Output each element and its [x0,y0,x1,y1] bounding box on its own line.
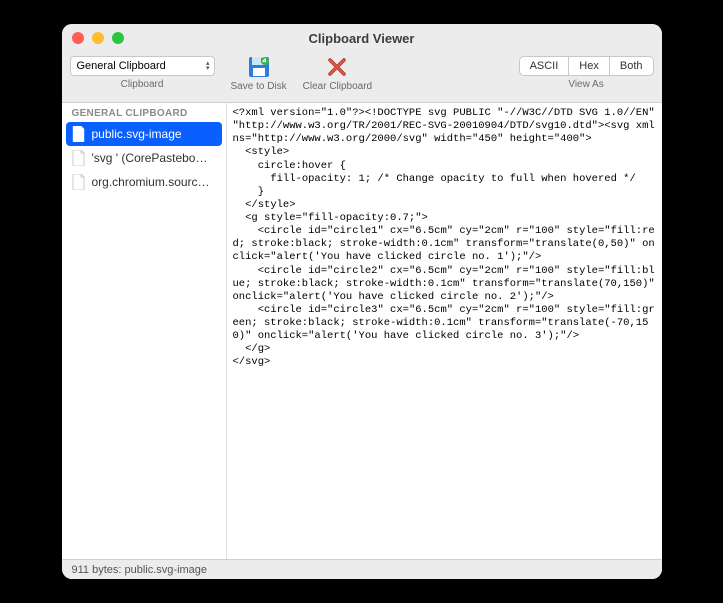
clipboard-dropdown[interactable]: General Clipboard ▴▾ [70,56,215,76]
viewas-ascii-button[interactable]: ASCII [520,57,570,75]
viewas-segmented: ASCII Hex Both [519,56,654,76]
save-label: Save to Disk [231,81,287,92]
save-to-disk-button[interactable]: Save to Disk [231,56,287,92]
clear-clipboard-button[interactable]: Clear Clipboard [303,56,372,92]
chevron-updown-icon: ▴▾ [206,61,210,71]
body: GENERAL CLIPBOARD public.svg-image [62,102,662,559]
sidebar-item-label: 'svg ' (CorePastebo… [92,151,208,165]
viewas-hex-button[interactable]: Hex [569,57,610,75]
minimize-button[interactable] [92,32,104,44]
x-icon [324,56,350,78]
file-icon [72,150,86,166]
clear-label: Clear Clipboard [303,81,372,92]
close-button[interactable] [72,32,84,44]
file-icon [72,126,86,142]
app-window: Clipboard Viewer General Clipboard ▴▾ Cl… [62,24,662,579]
floppy-disk-icon [246,56,272,78]
viewas-both-button[interactable]: Both [610,57,653,75]
viewas-section: ASCII Hex Both View As [519,56,654,90]
viewas-label: View As [568,79,603,90]
window-title: Clipboard Viewer [62,31,662,46]
content-view[interactable]: <?xml version="1.0"?><!DOCTYPE svg PUBLI… [227,103,662,559]
sidebar-item-label: org.chromium.sourc… [92,175,210,189]
clipboard-dropdown-value: General Clipboard [77,60,166,72]
sidebar-header: GENERAL CLIPBOARD [62,103,226,122]
statusbar: 911 bytes: public.svg-image [62,559,662,579]
clipboard-section: General Clipboard ▴▾ Clipboard [70,56,215,90]
toolbar: General Clipboard ▴▾ Clipboard [62,52,662,102]
clipboard-label: Clipboard [121,79,164,90]
statusbar-text: 911 bytes: public.svg-image [72,564,208,576]
sidebar-item-label: public.svg-image [92,127,182,141]
titlebar: Clipboard Viewer [62,24,662,52]
sidebar-item-org-chromium-sourc[interactable]: org.chromium.sourc… [62,170,226,194]
sidebar-item-svg-corepastebo[interactable]: 'svg ' (CorePastebo… [62,146,226,170]
file-icon [72,174,86,190]
toolbar-actions: Save to Disk Clear Clipboard [231,56,373,92]
traffic-lights [72,32,124,44]
maximize-button[interactable] [112,32,124,44]
sidebar: GENERAL CLIPBOARD public.svg-image [62,103,227,559]
sidebar-item-public-svg-image[interactable]: public.svg-image [66,122,222,146]
